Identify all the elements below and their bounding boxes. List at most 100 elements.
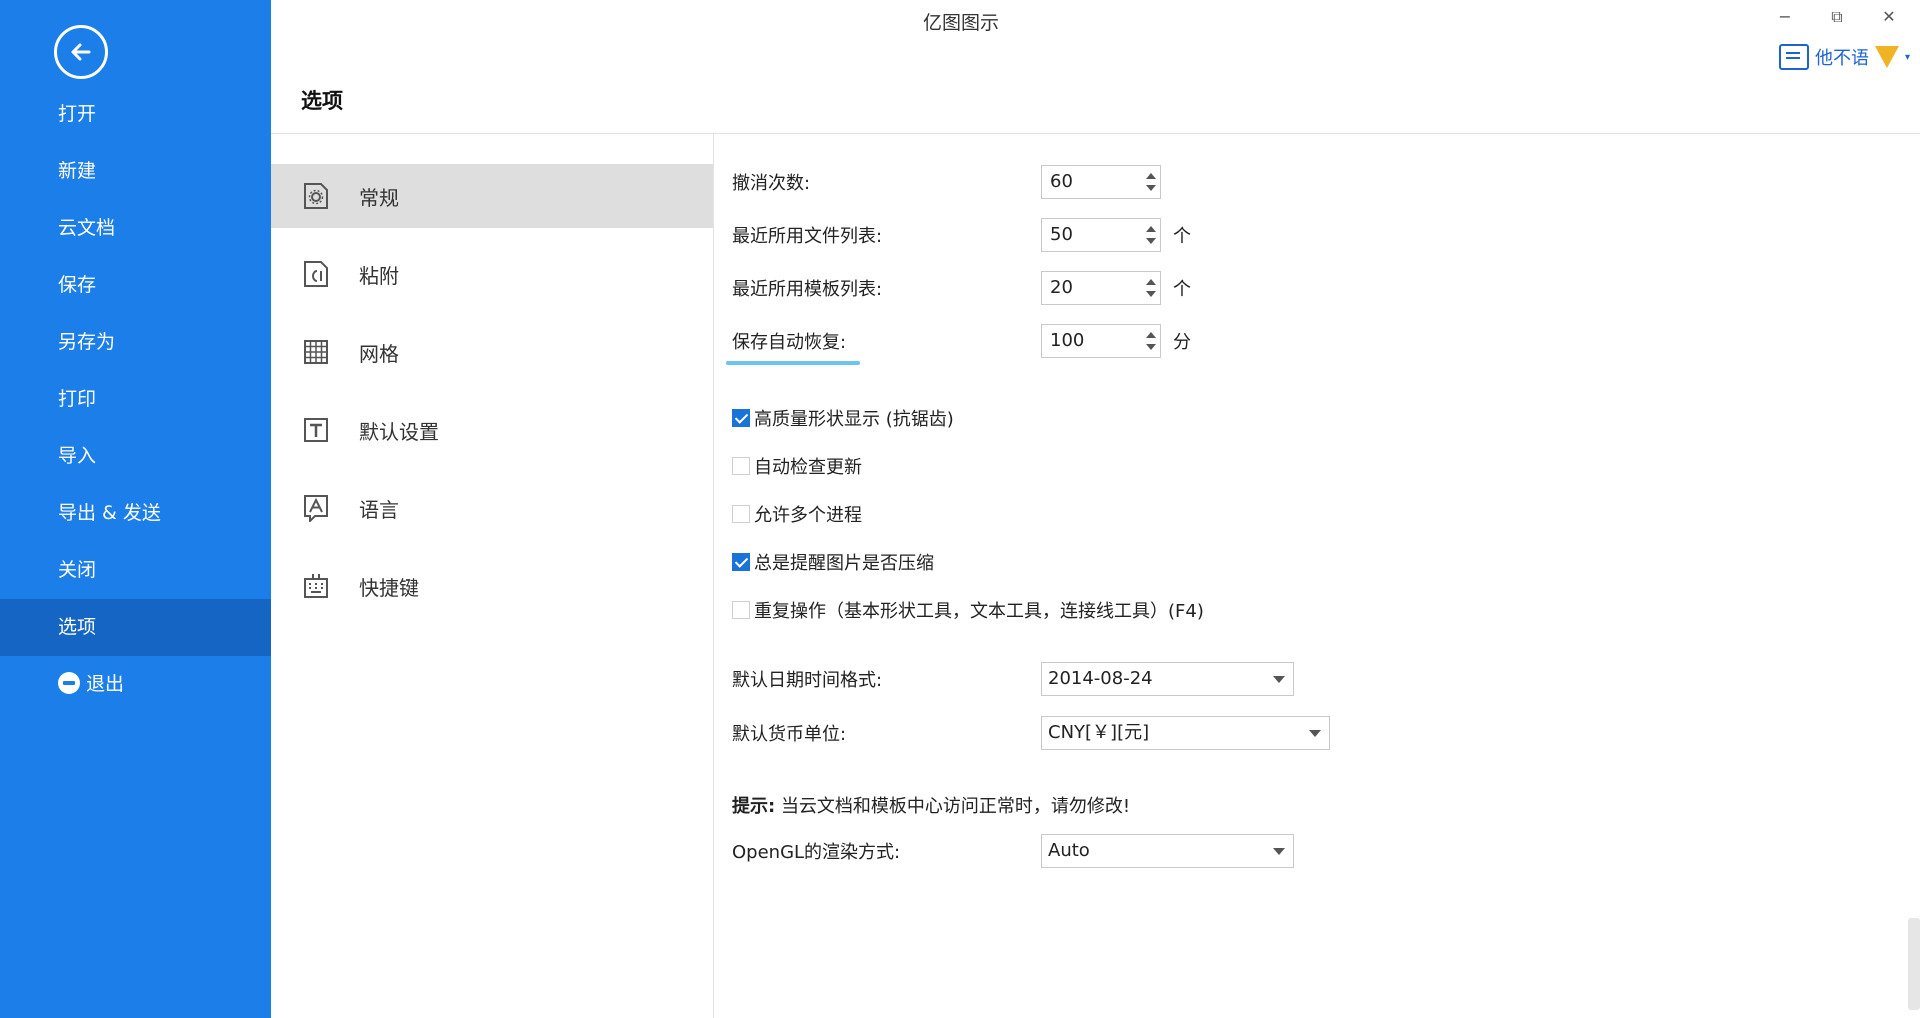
opengl-select[interactable]: Auto [1041, 834, 1294, 868]
focus-underline [726, 361, 860, 365]
sidebar-item-export-send[interactable]: 导出 & 发送 [0, 485, 271, 542]
recent-templates-label: 最近所用模板列表: [732, 279, 883, 300]
user-account[interactable]: 他不语 ▾ [1778, 44, 1910, 70]
panel-divider [713, 134, 714, 1018]
chat-icon[interactable] [1778, 44, 1809, 70]
checkbox-checked[interactable] [732, 409, 750, 427]
sidebar-item-save-as[interactable]: 另存为 [0, 314, 271, 371]
currency-value: CNY[￥][元] [1048, 722, 1150, 743]
autosave-row: 保存自动恢复: 100 分 [732, 324, 1191, 358]
recent-templates-spinbox[interactable]: 20 [1041, 271, 1161, 305]
spin-down-icon[interactable] [1146, 291, 1156, 297]
glue-icon [304, 261, 328, 287]
recent-files-value: 50 [1050, 224, 1073, 245]
category-general-label: 常规 [359, 185, 399, 210]
sidebar: 打开 新建 云文档 保存 另存为 打印 导入 导出 & 发送 关闭 选项 退出 [0, 0, 271, 1018]
app-title: 亿图图示 [922, 12, 999, 34]
check-image-compress[interactable]: 总是提醒图片是否压缩 [732, 549, 934, 575]
checkbox-unchecked[interactable] [732, 457, 750, 475]
autosave-unit: 分 [1173, 332, 1191, 353]
recent-files-label: 最近所用文件列表: [732, 226, 883, 247]
sidebar-item-open[interactable]: 打开 [0, 86, 271, 143]
check-repeat-action[interactable]: 重复操作（基本形状工具，文本工具，连接线工具）(F4) [732, 597, 1204, 623]
category-general[interactable]: 常规 [271, 164, 713, 228]
date-format-select[interactable]: 2014-08-24 [1041, 662, 1294, 696]
checkbox-unchecked[interactable] [732, 601, 750, 619]
recent-templates-row: 最近所用模板列表: 20 个 [732, 271, 1191, 305]
spin-down-icon[interactable] [1146, 185, 1156, 191]
autosave-label: 保存自动恢复: [732, 332, 847, 353]
check-antialias[interactable]: 高质量形状显示 (抗锯齿) [732, 405, 954, 431]
recent-files-unit: 个 [1173, 226, 1191, 247]
tip-title: 提示: [732, 796, 776, 817]
currency-label: 默认货币单位: [732, 724, 847, 745]
back-arrow-icon[interactable] [54, 25, 108, 79]
spin-up-icon[interactable] [1146, 279, 1156, 285]
undo-count-spinbox[interactable]: 60 [1041, 165, 1161, 199]
chevron-down-icon[interactable] [1309, 730, 1321, 737]
check-image-compress-label: 总是提醒图片是否压缩 [754, 553, 934, 574]
opengl-value: Auto [1048, 840, 1090, 861]
spin-down-icon[interactable] [1146, 344, 1156, 350]
category-shortcuts[interactable]: 快捷键 [271, 554, 713, 618]
category-grid[interactable]: 网格 [271, 320, 713, 384]
recent-files-row: 最近所用文件列表: 50 个 [732, 218, 1191, 252]
keyboard-icon [304, 574, 328, 598]
sidebar-item-exit[interactable]: 退出 [0, 656, 271, 713]
exit-icon [58, 672, 80, 694]
page-title: 选项 [301, 89, 343, 113]
header-divider [271, 133, 1920, 134]
spin-up-icon[interactable] [1146, 332, 1156, 338]
check-multi-process-label: 允许多个进程 [754, 505, 862, 526]
autosave-spinbox[interactable]: 100 [1041, 324, 1161, 358]
sidebar-item-new[interactable]: 新建 [0, 143, 271, 200]
category-language[interactable]: 语言 [271, 476, 713, 540]
currency-select[interactable]: CNY[￥][元] [1041, 716, 1330, 750]
chevron-down-icon[interactable] [1273, 848, 1285, 855]
category-glue-label: 粘附 [359, 263, 399, 288]
text-default-icon [304, 418, 328, 442]
minimize-button[interactable]: − [1774, 6, 1796, 28]
restore-button[interactable]: ⧉ [1826, 6, 1848, 28]
user-name[interactable]: 他不语 [1815, 44, 1869, 70]
check-repeat-action-label: 重复操作（基本形状工具，文本工具，连接线工具）(F4) [754, 601, 1204, 622]
category-defaults-label: 默认设置 [359, 419, 439, 444]
category-glue[interactable]: 粘附 [271, 242, 713, 306]
sidebar-item-exit-label: 退出 [86, 673, 125, 695]
date-format-label: 默认日期时间格式: [732, 670, 883, 691]
sidebar-item-print[interactable]: 打印 [0, 371, 271, 428]
category-grid-label: 网格 [359, 341, 399, 366]
tip-row: 提示: 当云文档和模板中心访问正常时，请勿修改! [732, 792, 1130, 818]
check-auto-update-label: 自动检查更新 [754, 457, 862, 478]
sidebar-item-save[interactable]: 保存 [0, 257, 271, 314]
grid-icon [304, 340, 328, 364]
sidebar-item-close[interactable]: 关闭 [0, 542, 271, 599]
sidebar-item-cloud-docs[interactable]: 云文档 [0, 200, 271, 257]
spin-up-icon[interactable] [1146, 226, 1156, 232]
options-category-list: 常规 粘附 网格 默认设置 语言 快捷键 [271, 164, 713, 632]
check-multi-process[interactable]: 允许多个进程 [732, 501, 862, 527]
check-auto-update[interactable]: 自动检查更新 [732, 453, 862, 479]
chevron-down-icon[interactable] [1273, 676, 1285, 683]
date-format-value: 2014-08-24 [1048, 668, 1153, 689]
opengl-row: OpenGL的渲染方式: Auto [732, 834, 1294, 868]
spin-down-icon[interactable] [1146, 238, 1156, 244]
window-controls: − ⧉ ✕ [1774, 6, 1900, 28]
checkbox-checked[interactable] [732, 553, 750, 571]
language-icon [304, 495, 328, 522]
chevron-down-icon[interactable]: ▾ [1905, 52, 1910, 63]
undo-row: 撤消次数: 60 [732, 165, 1161, 199]
tip-text: 当云文档和模板中心访问正常时，请勿修改! [780, 796, 1131, 817]
undo-count-value: 60 [1050, 171, 1073, 192]
vertical-scrollbar[interactable] [1908, 918, 1920, 1010]
close-button[interactable]: ✕ [1878, 6, 1900, 28]
checkbox-unchecked[interactable] [732, 505, 750, 523]
category-defaults[interactable]: 默认设置 [271, 398, 713, 462]
recent-templates-value: 20 [1050, 277, 1073, 298]
recent-files-spinbox[interactable]: 50 [1041, 218, 1161, 252]
date-format-row: 默认日期时间格式: 2014-08-24 [732, 662, 1294, 696]
sidebar-item-options[interactable]: 选项 [0, 599, 271, 656]
spin-up-icon[interactable] [1146, 173, 1156, 179]
sidebar-item-import[interactable]: 导入 [0, 428, 271, 485]
recent-templates-unit: 个 [1173, 279, 1191, 300]
